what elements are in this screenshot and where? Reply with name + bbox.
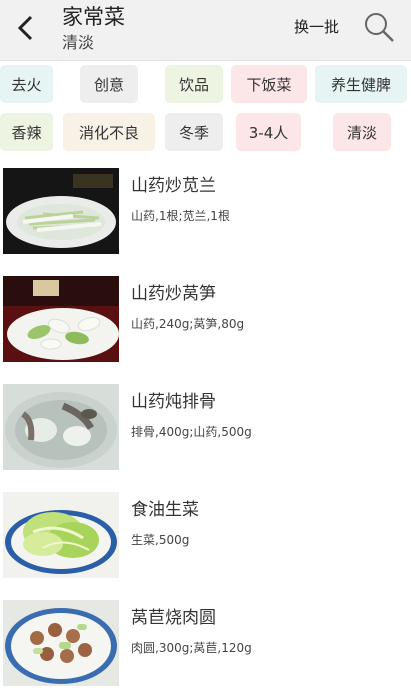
recipe-item[interactable]: 食油生菜 生菜,500g bbox=[0, 489, 411, 589]
recipe-thumbnail bbox=[3, 384, 119, 470]
title-group: 家常菜 清淡 bbox=[62, 3, 125, 55]
recipe-thumbnail bbox=[3, 168, 119, 254]
tag-chuangyi[interactable]: 创意 bbox=[80, 65, 138, 103]
recipe-ingredients: 生菜,500g bbox=[131, 533, 190, 547]
refresh-batch-button[interactable]: 换一批 bbox=[294, 16, 339, 37]
recipe-thumbnail bbox=[3, 600, 119, 686]
search-icon bbox=[365, 13, 394, 42]
recipe-item[interactable]: 山药炒苋兰 山药,1根;苋兰,1根 bbox=[0, 165, 411, 265]
recipe-item[interactable]: 山药炖排骨 排骨,400g;山药,500g bbox=[0, 381, 411, 481]
back-arrow-icon bbox=[17, 15, 33, 41]
tag-xiangla[interactable]: 香辣 bbox=[0, 113, 53, 151]
page-subtitle: 清淡 bbox=[62, 33, 95, 52]
recipe-item[interactable]: 莴苣烧肉圆 肉圆,300g;莴苣,120g bbox=[0, 597, 411, 697]
tag-quhuo[interactable]: 去火 bbox=[0, 65, 53, 103]
recipe-ingredients: 肉圆,300g;莴苣,120g bbox=[131, 641, 252, 655]
tag-qingdan[interactable]: 清淡 bbox=[333, 113, 391, 151]
recipe-ingredients: 排骨,400g;山药,500g bbox=[131, 425, 252, 439]
tag-xiafancai[interactable]: 下饭菜 bbox=[231, 65, 307, 103]
recipe-thumbnail bbox=[3, 276, 119, 362]
recipe-ingredients: 山药,240g;莴笋,80g bbox=[131, 317, 245, 331]
tag-xiaohua-buliang[interactable]: 消化不良 bbox=[63, 113, 155, 151]
tag-dongji[interactable]: 冬季 bbox=[165, 113, 223, 151]
search-button[interactable] bbox=[362, 10, 396, 44]
recipe-thumbnail bbox=[3, 492, 119, 578]
recipe-name: 山药炒莴笋 bbox=[131, 284, 216, 304]
tag-3-4-people[interactable]: 3-4人 bbox=[236, 113, 301, 151]
recipe-item[interactable]: 山药炒莴笋 山药,240g;莴笋,80g bbox=[0, 273, 411, 373]
recipe-name: 食油生菜 bbox=[131, 500, 199, 520]
recipe-ingredients: 山药,1根;苋兰,1根 bbox=[131, 209, 230, 223]
page-title: 家常菜 bbox=[62, 5, 125, 29]
recipe-name: 山药炒苋兰 bbox=[131, 176, 216, 196]
back-button[interactable] bbox=[6, 8, 46, 48]
header-bar: 家常菜 清淡 换一批 bbox=[0, 0, 411, 61]
tag-yangsheng-jianpi[interactable]: 养生健脾 bbox=[315, 65, 407, 103]
recipe-name: 山药炖排骨 bbox=[131, 392, 216, 412]
recipe-name: 莴苣烧肉圆 bbox=[131, 608, 216, 628]
tag-yinpin[interactable]: 饮品 bbox=[165, 65, 223, 103]
